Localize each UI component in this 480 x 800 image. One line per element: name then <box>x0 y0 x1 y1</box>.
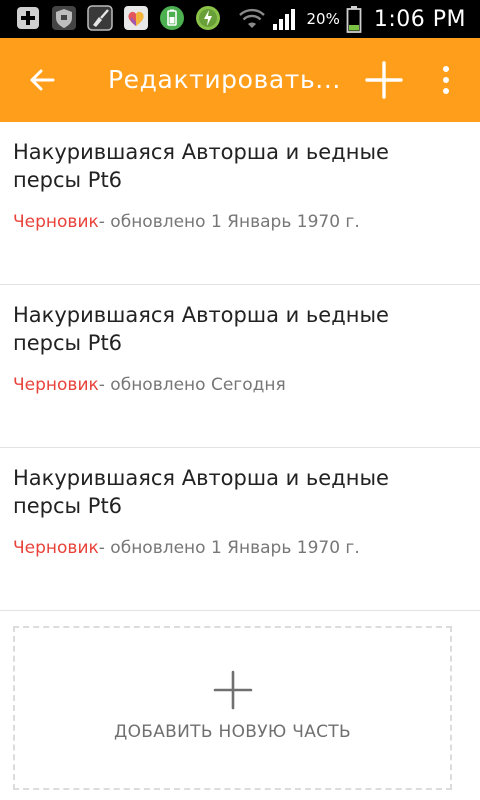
add-new-part-button[interactable]: ДОБАВИТЬ НОВУЮ ЧАСТЬ <box>13 626 452 790</box>
status-bar-system: 20% 1:06 PM <box>238 0 467 38</box>
add-notification-icon <box>17 7 39 29</box>
power-app-icon <box>196 6 220 30</box>
draft-status: Черновик <box>13 375 99 395</box>
battery-app-icon <box>160 6 184 30</box>
battery-percent: 20% <box>306 10 340 28</box>
signal-icon <box>272 9 295 30</box>
part-item[interactable]: Накурившаяся Авторша и ьедные персы Pt6 … <box>0 285 480 448</box>
part-status-line: Черновик- обновлено 1 Январь 1970 г. <box>13 536 473 560</box>
shield-icon <box>52 6 76 30</box>
add-new-part-label: ДОБАВИТЬ НОВУЮ ЧАСТЬ <box>114 722 351 742</box>
status-time: 1:06 PM <box>373 6 466 32</box>
part-status-line: Черновик- обновлено Сегодня <box>13 373 473 397</box>
heart-app-icon <box>124 6 148 30</box>
draft-status: Черновик <box>13 212 99 232</box>
part-item[interactable]: Накурившаяся Авторша и ьедные персы Pt6 … <box>0 122 480 285</box>
updated-date: - обновлено Сегодня <box>98 375 286 395</box>
updated-date: - обновлено 1 Январь 1970 г. <box>98 538 360 558</box>
parts-list: Накурившаяся Авторша и ьедные персы Pt6 … <box>0 122 480 611</box>
draft-status: Черновик <box>13 538 99 558</box>
plus-icon <box>213 670 253 710</box>
status-bar-notifications <box>14 4 222 32</box>
add-icon <box>365 61 403 99</box>
status-bar: 20% 1:06 PM <box>0 0 480 38</box>
part-item[interactable]: Накурившаяся Авторша и ьедные персы Pt6 … <box>0 448 480 611</box>
part-title: Накурившаяся Авторша и ьедные персы Pt6 <box>13 303 389 355</box>
add-part-button[interactable] <box>358 56 410 104</box>
broom-icon <box>87 5 113 31</box>
more-vert-icon <box>443 66 449 94</box>
battery-icon <box>346 6 362 33</box>
back-button[interactable] <box>18 56 66 104</box>
toolbar: Редактировать... <box>0 38 480 122</box>
back-arrow-icon <box>30 69 55 91</box>
toolbar-title: Редактировать... <box>108 65 341 94</box>
wifi-icon <box>238 8 265 28</box>
part-title: Накурившаяся Авторша и ьедные персы Pt6 <box>13 140 389 192</box>
part-status-line: Черновик- обновлено 1 Январь 1970 г. <box>13 210 473 234</box>
app-screen: 20% 1:06 PM Редактировать... Накурившаяс… <box>0 0 480 800</box>
more-options-button[interactable] <box>426 56 466 104</box>
part-title: Накурившаяся Авторша и ьедные персы Pt6 <box>13 466 389 518</box>
updated-date: - обновлено 1 Январь 1970 г. <box>98 212 360 232</box>
